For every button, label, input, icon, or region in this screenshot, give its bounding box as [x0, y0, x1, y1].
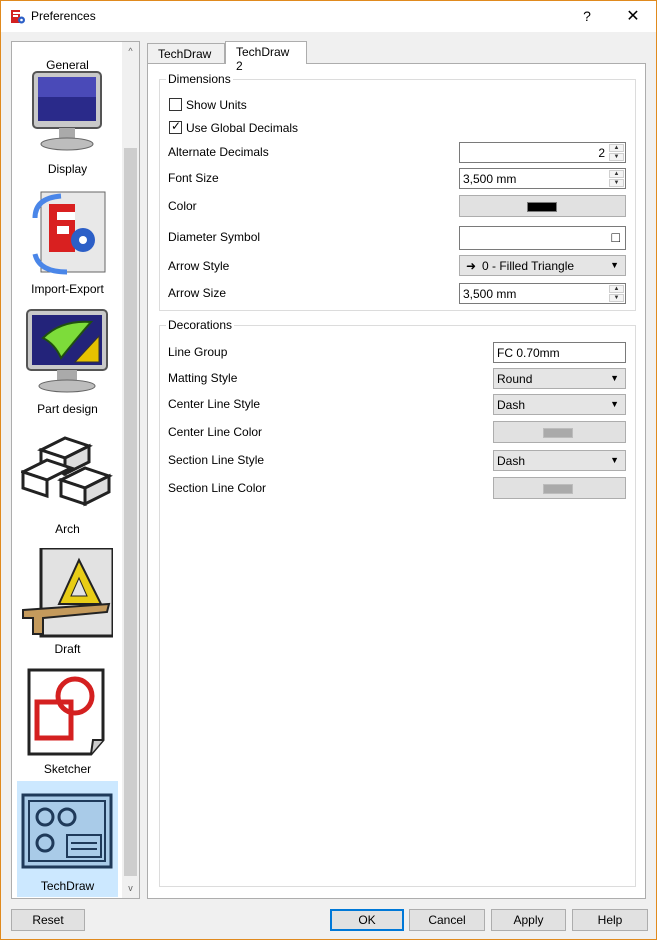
category-label: TechDraw — [40, 879, 95, 893]
spinbox-value: 2 — [598, 146, 605, 160]
category-list[interactable]: General Display Import-Export Part desig… — [11, 41, 140, 899]
category-techdraw[interactable]: TechDraw — [17, 781, 118, 897]
use-global-decimals-label[interactable]: Use Global Decimals — [186, 121, 298, 135]
spin-up-arrow[interactable]: ▲ — [609, 170, 624, 178]
line-group-field[interactable]: FC 0.70mm — [493, 342, 626, 363]
preferences-window: Preferences ? ✕ General Display Import-E… — [0, 0, 657, 940]
close-button[interactable]: ✕ — [610, 1, 656, 32]
chevron-down-icon: ▼ — [610, 373, 619, 383]
import-export-icon — [32, 191, 106, 275]
category-label: Draft — [54, 642, 81, 656]
spin-down-arrow[interactable]: ▼ — [609, 179, 624, 187]
scroll-down-arrow[interactable]: v — [122, 880, 139, 897]
help-button[interactable]: Help — [572, 909, 648, 931]
font-size-label: Font Size — [168, 171, 219, 185]
combo-value: 0 - Filled Triangle — [482, 259, 575, 273]
matting-style-combo[interactable]: Round ▼ — [493, 368, 626, 389]
tab-techdraw-1[interactable]: TechDraw 1 — [147, 43, 225, 75]
arrow-filled-icon: ➜ — [466, 259, 477, 273]
apply-button[interactable]: Apply — [491, 909, 566, 931]
check-mark-icon: ✓ — [171, 119, 182, 133]
dimension-color-button[interactable] — [459, 195, 626, 217]
show-units-label[interactable]: Show Units — [186, 98, 247, 112]
section-line-style-label: Section Line Style — [168, 453, 265, 467]
window-title: Preferences — [31, 9, 96, 23]
tab-techdraw-2[interactable]: TechDraw 2 — [225, 41, 307, 73]
arrow-size-label: Arrow Size — [168, 286, 227, 300]
chevron-down-icon: ▼ — [610, 455, 619, 465]
part-design-icon — [26, 309, 108, 393]
reset-button[interactable]: Reset — [11, 909, 85, 931]
freecad-app-icon — [11, 10, 25, 24]
dimensions-group: Dimensions Show Units ✓ Use Global Decim… — [159, 72, 636, 311]
color-label: Color — [168, 199, 197, 213]
scroll-thumb[interactable] — [124, 148, 137, 876]
sidebar-scrollbar[interactable]: ^ v — [122, 42, 139, 898]
chevron-down-icon: ▼ — [610, 260, 619, 270]
line-group-label: Line Group — [168, 345, 228, 359]
color-swatch — [527, 202, 557, 212]
draft-icon — [22, 548, 113, 638]
techdraw-icon — [21, 793, 113, 869]
show-units-checkbox[interactable] — [169, 98, 182, 111]
monitor-icon — [32, 71, 102, 151]
category-label: Display — [47, 162, 88, 176]
chevron-down-icon: ▼ — [610, 399, 619, 409]
matting-style-label: Matting Style — [168, 371, 238, 385]
arrow-style-label: Arrow Style — [168, 259, 230, 273]
arrow-size-spinbox[interactable]: 3,500 mm ▲ ▼ — [459, 283, 626, 304]
spin-up-arrow[interactable]: ▲ — [609, 144, 624, 152]
spin-down-arrow[interactable]: ▼ — [609, 294, 624, 302]
techdraw-2-panel: Dimensions Show Units ✓ Use Global Decim… — [147, 63, 646, 899]
cancel-button[interactable]: Cancel — [409, 909, 485, 931]
section-line-style-combo[interactable]: Dash ▼ — [493, 450, 626, 471]
combo-value: Round — [497, 372, 533, 386]
arrow-style-combo[interactable]: ➜ 0 - Filled Triangle ▼ — [459, 255, 626, 276]
category-label: Arch — [55, 522, 80, 536]
arch-bricks-icon — [21, 436, 113, 507]
spin-up-arrow[interactable]: ▲ — [609, 285, 624, 293]
spin-down-arrow[interactable]: ▼ — [609, 153, 624, 161]
category-label: Part design — [37, 402, 98, 416]
center-line-style-label: Center Line Style — [168, 397, 261, 411]
scroll-up-arrow[interactable]: ^ — [122, 43, 139, 60]
diameter-symbol-value: □ — [611, 229, 620, 245]
section-line-color-label: Section Line Color — [168, 481, 267, 495]
category-import-export[interactable]: Import-Export — [17, 184, 118, 300]
decorations-group: Decorations Line Group FC 0.70mm Matting… — [159, 318, 636, 887]
category-sketcher[interactable]: Sketcher — [17, 664, 118, 780]
sketcher-icon — [27, 668, 105, 756]
category-display[interactable]: Display — [17, 64, 118, 180]
section-line-color-button[interactable] — [493, 477, 626, 499]
category-label: Import-Export — [31, 282, 104, 296]
center-line-color-button[interactable] — [493, 421, 626, 443]
group-title: Decorations — [166, 318, 235, 332]
category-arch[interactable]: Arch — [17, 424, 118, 540]
line-group-value: FC 0.70mm — [497, 346, 560, 360]
center-line-style-combo[interactable]: Dash ▼ — [493, 394, 626, 415]
help-title-button[interactable]: ? — [564, 1, 610, 32]
combo-value: Dash — [497, 454, 526, 468]
category-part-design[interactable]: Part design — [17, 304, 118, 420]
color-swatch — [543, 484, 573, 494]
diameter-symbol-label: Diameter Symbol — [168, 230, 261, 244]
diameter-symbol-field[interactable]: □ — [459, 226, 626, 250]
group-title: Dimensions — [166, 72, 233, 86]
ok-button[interactable]: OK — [330, 909, 404, 931]
color-swatch — [543, 428, 573, 438]
title-bar: Preferences ? ✕ — [1, 1, 656, 32]
category-label: Sketcher — [43, 762, 92, 776]
center-line-color-label: Center Line Color — [168, 425, 263, 439]
alternate-decimals-label: Alternate Decimals — [168, 145, 269, 159]
use-global-decimals-checkbox[interactable]: ✓ — [169, 119, 182, 134]
alternate-decimals-spinbox[interactable]: 2 ▲ ▼ — [459, 142, 626, 163]
category-draft[interactable]: Draft — [17, 544, 118, 660]
spinbox-value: 3,500 mm — [463, 287, 517, 301]
font-size-spinbox[interactable]: 3,500 mm ▲ ▼ — [459, 168, 626, 189]
spinbox-value: 3,500 mm — [463, 172, 517, 186]
combo-value: Dash — [497, 398, 526, 412]
